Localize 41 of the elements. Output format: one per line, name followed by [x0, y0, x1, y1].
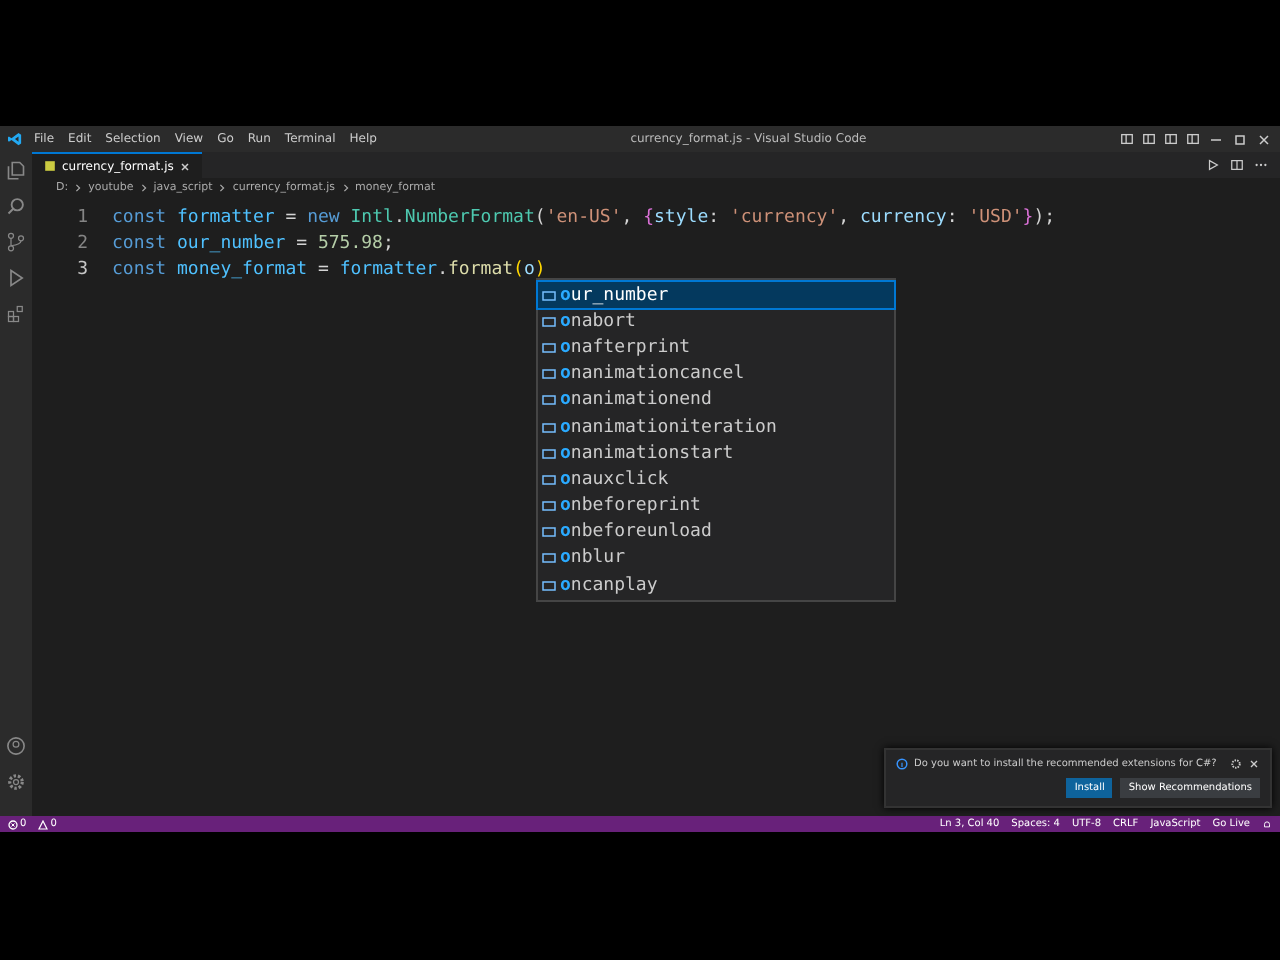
suggestion-item[interactable]: onbeforeunload	[538, 519, 894, 546]
line-number: 3	[75, 259, 90, 279]
app-logo-icon	[8, 132, 22, 146]
js-file-icon	[44, 160, 56, 172]
run-icon[interactable]	[1206, 158, 1220, 172]
suggestion-item[interactable]: onblur	[538, 545, 894, 573]
info-icon	[896, 758, 908, 770]
suggestion-item[interactable]: our_number	[538, 282, 894, 309]
search-icon[interactable]	[6, 196, 26, 216]
source-control-icon[interactable]	[6, 232, 26, 252]
suggestion-item[interactable]: onauxclick	[538, 466, 894, 493]
notifications-icon[interactable]	[1262, 819, 1272, 829]
split-editor-icon[interactable]	[1230, 158, 1244, 172]
account-icon[interactable]	[6, 736, 26, 756]
settings-icon[interactable]	[1230, 758, 1242, 770]
close-icon[interactable]	[179, 161, 190, 171]
suggestion-item[interactable]: onafterprint	[538, 334, 894, 362]
suggestion-item[interactable]: onanimationiteration	[538, 413, 894, 441]
line-number: 1	[75, 207, 90, 227]
line-number: 2	[75, 233, 90, 253]
suggestion-item[interactable]: onanimationend	[538, 387, 894, 414]
suggestion-item[interactable]: onbeforeprint	[538, 493, 894, 520]
extensions-icon[interactable]	[6, 304, 26, 324]
suggestion-item[interactable]: onanimationcancel	[538, 361, 894, 388]
code-line: const money_format = formatter.format(o)	[112, 259, 546, 279]
code-line: const our_number = 575.98;	[112, 233, 394, 253]
maximize-icon[interactable]	[1232, 131, 1248, 147]
layout-sidebar-icon[interactable]	[1120, 132, 1134, 146]
warning-icon[interactable]	[38, 819, 49, 829]
suggestion-item[interactable]: oncanplay	[538, 572, 894, 599]
run-debug-icon[interactable]	[6, 268, 26, 288]
close-icon[interactable]	[1248, 758, 1260, 770]
files-icon[interactable]	[6, 160, 26, 180]
suggestion-item[interactable]: onabort	[538, 308, 894, 335]
layout-sidebar-icon[interactable]	[1164, 132, 1178, 146]
error-icon[interactable]	[8, 819, 18, 829]
close-icon[interactable]	[1256, 131, 1272, 147]
suggestion-item[interactable]: onanimationstart	[538, 440, 894, 467]
more-icon[interactable]	[1254, 158, 1268, 172]
settings-icon[interactable]	[6, 772, 26, 792]
code-line: const formatter = new Intl.NumberFormat('en-US', {style: 'currency', currency: 'USD'});	[112, 207, 1056, 227]
